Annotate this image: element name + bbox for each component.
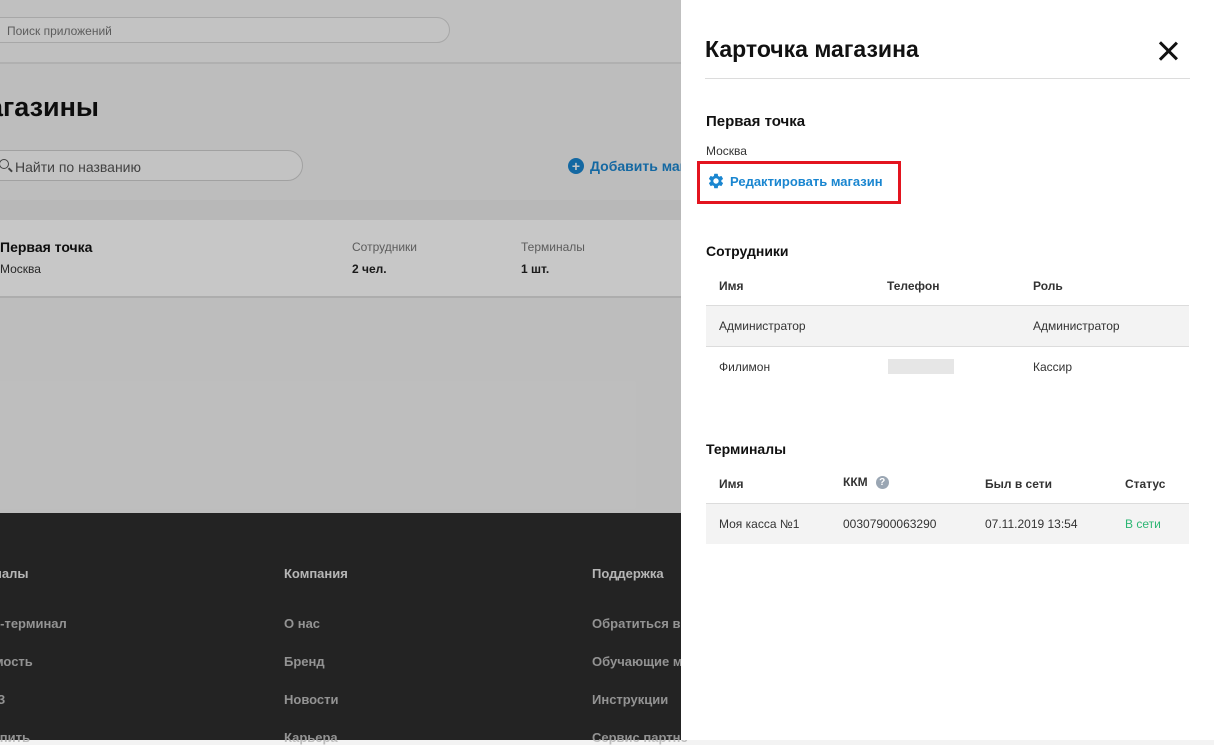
table-row[interactable]: Филимон Кассир: [706, 347, 1189, 387]
employee-name: Филимон: [719, 360, 771, 374]
column-header: Роль: [1033, 279, 1063, 293]
edit-store-label: Редактировать магазин: [730, 173, 883, 189]
table-header: Имя ККМ? Был в сети Статус: [706, 468, 1189, 504]
column-header: Статус: [1125, 477, 1166, 491]
terminal-last-seen: 07.11.2019 13:54: [985, 517, 1078, 531]
table-row[interactable]: Моя касса №1 00307900063290 07.11.2019 1…: [706, 504, 1189, 544]
employees-section-title: Сотрудники: [706, 243, 789, 259]
employee-role: Кассир: [1033, 360, 1073, 374]
column-header: Был в сети: [985, 477, 1052, 491]
edit-store-button[interactable]: Редактировать магазин: [707, 172, 883, 190]
column-header: Имя: [719, 477, 744, 491]
column-header-kkm: ККМ?: [843, 475, 889, 490]
table-header: Имя Телефон Роль: [706, 270, 1189, 306]
gear-icon: [708, 173, 724, 189]
employee-name: Администратор: [719, 319, 806, 333]
help-icon[interactable]: ?: [875, 476, 889, 490]
terminals-table: Имя ККМ? Был в сети Статус Моя касса №1 …: [706, 468, 1189, 544]
column-header: Имя: [719, 279, 744, 293]
terminal-kkm: 00307900063290: [843, 517, 937, 531]
redacted-phone: [888, 359, 954, 374]
column-header: ККМ: [843, 475, 868, 489]
terminal-status: В сети: [1125, 517, 1161, 531]
employees-table: Имя Телефон Роль Администратор Администр…: [706, 270, 1189, 387]
table-row[interactable]: Администратор Администратор: [706, 306, 1189, 347]
terminal-name: Моя касса №1: [719, 517, 800, 531]
column-header: Телефон: [887, 279, 940, 293]
drawer-title: Карточка магазина: [705, 36, 919, 62]
terminals-section-title: Терминалы: [706, 441, 787, 457]
store-city: Москва: [706, 144, 747, 158]
employee-role: Администратор: [1033, 319, 1120, 333]
divider: [705, 78, 1190, 79]
close-icon[interactable]: [1155, 38, 1181, 64]
store-name: Первая точка: [706, 113, 806, 130]
store-card-drawer: Карточка магазина Первая точка Москва Ре…: [681, 0, 1214, 740]
